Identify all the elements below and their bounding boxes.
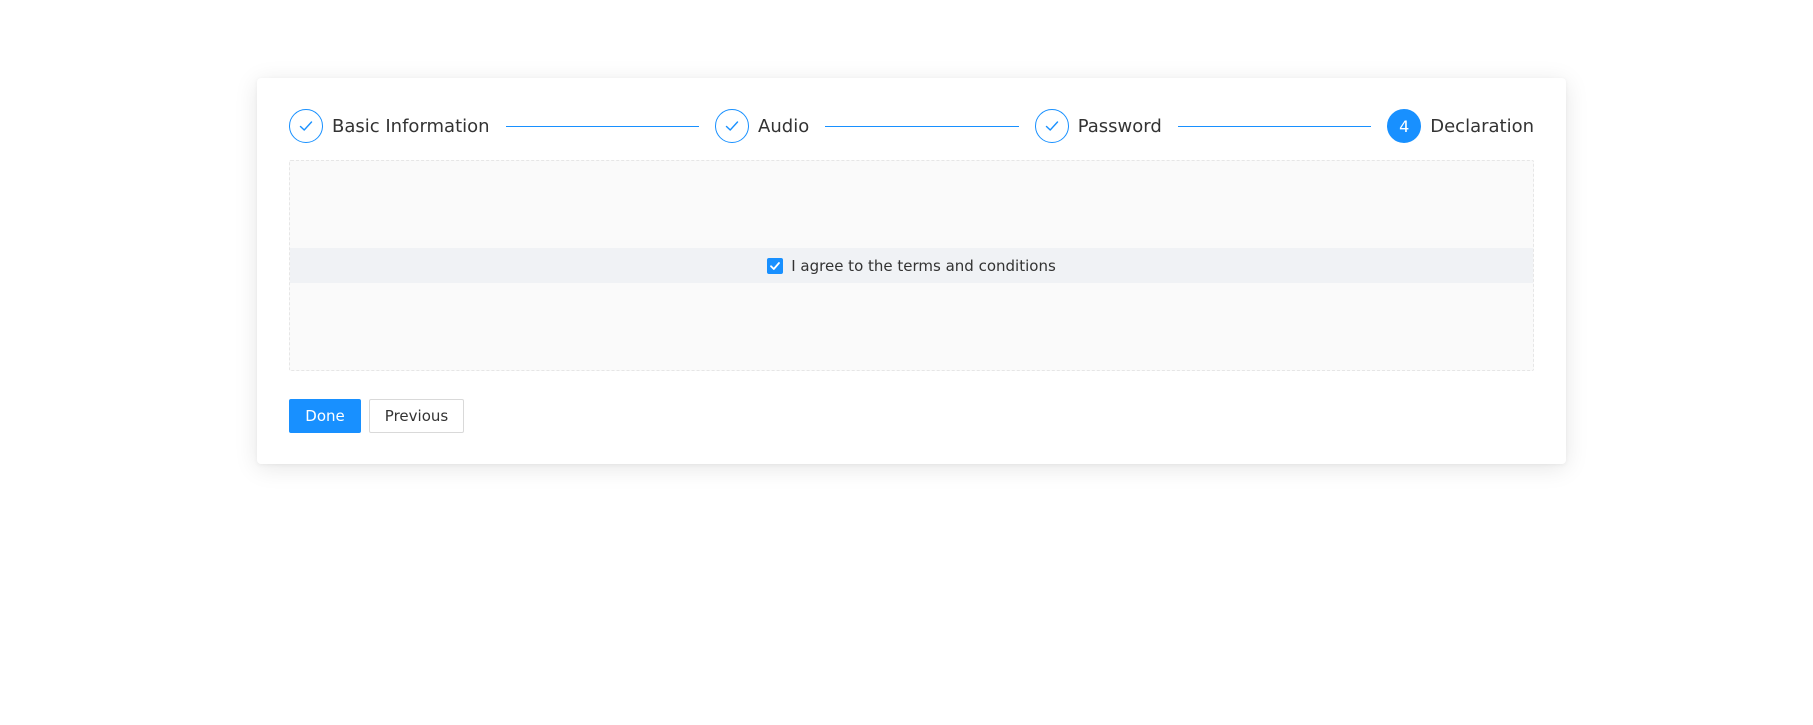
step-title: Basic Information [332,115,490,137]
agree-label[interactable]: I agree to the terms and conditions [791,257,1056,275]
step-finished-indicator [715,109,750,143]
agree-checkbox[interactable] [767,257,784,274]
check-icon [299,121,313,131]
step-connector [1177,125,1372,127]
step-content: I agree to the terms and conditions [289,160,1534,371]
previous-button[interactable]: Previous [369,399,464,433]
step-password[interactable]: Password [1034,109,1162,143]
wizard-actions: Done Previous [289,399,464,433]
step-finished-indicator [1034,109,1069,143]
done-button[interactable]: Done [289,399,361,433]
steps-bar: Basic Information Audio Password 4 Decla… [289,109,1534,143]
step-audio[interactable]: Audio [715,109,809,143]
step-declaration[interactable]: 4 Declaration [1387,109,1534,143]
agreement-row: I agree to the terms and conditions [290,248,1533,283]
step-basic-information[interactable]: Basic Information [289,109,490,143]
step-finished-indicator [289,109,323,143]
step-title: Audio [758,115,810,137]
step-connector [505,125,700,127]
step-title: Declaration [1430,115,1535,137]
checkmark-icon [770,261,781,270]
wizard-card: Basic Information Audio Password 4 Decla… [257,78,1566,464]
step-number-badge: 4 [1387,109,1422,143]
check-icon [725,121,739,131]
step-title: Password [1077,115,1162,137]
check-icon [1045,121,1058,131]
step-connector [825,125,1019,127]
